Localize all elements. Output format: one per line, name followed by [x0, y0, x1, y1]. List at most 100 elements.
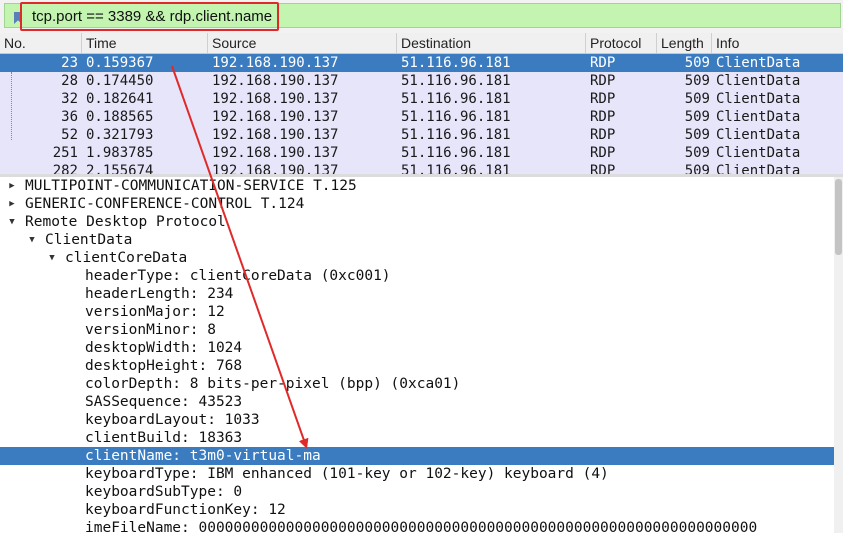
- detail-field[interactable]: versionMinor: 8: [0, 321, 834, 339]
- column-header-time[interactable]: Time: [82, 33, 208, 53]
- detail-field[interactable]: desktopHeight: 768: [0, 357, 834, 375]
- packet-length: 509: [684, 91, 710, 107]
- detail-label: clientName: t3m0-virtual-ma: [85, 448, 321, 464]
- detail-label: keyboardSubType: 0: [85, 484, 243, 500]
- detail-field[interactable]: colorDepth: 8 bits-per-pixel (bpp) (0xca…: [0, 375, 834, 393]
- detail-field[interactable]: imeFileName: 000000000000000000000000000…: [0, 519, 834, 533]
- detail-label: imeFileName: 000000000000000000000000000…: [85, 520, 758, 533]
- packet-time: 0.188565: [86, 109, 154, 125]
- detail-label: versionMajor: 12: [85, 304, 225, 320]
- packet-no: 251: [52, 145, 78, 161]
- detail-label: colorDepth: 8 bits-per-pixel (bpp) (0xca…: [85, 376, 461, 392]
- packet-source: 192.168.190.137: [212, 55, 339, 71]
- packet-source: 192.168.190.137: [212, 91, 339, 107]
- packet-row[interactable]: 251 1.983785 192.168.190.137 51.116.96.181 R…: [0, 144, 843, 162]
- column-header-protocol[interactable]: Protocol: [586, 33, 657, 53]
- packet-source: 192.168.190.137: [212, 127, 339, 143]
- expand-arrow-icon[interactable]: ▼: [6, 213, 18, 231]
- detail-tree-node[interactable]: ▼ clientCoreData: [0, 249, 834, 267]
- packet-details: ▶ MULTIPOINT-COMMUNICATION-SERVICE T.125 ▶…: [0, 177, 843, 533]
- packet-no: 23: [61, 55, 78, 71]
- details-scrollbar[interactable]: [834, 177, 843, 533]
- column-header-no[interactable]: No.: [0, 33, 82, 53]
- detail-label: headerType: clientCoreData (0xc001): [85, 268, 391, 284]
- packet-source: 192.168.190.137: [212, 73, 339, 89]
- column-header-info[interactable]: Info: [712, 33, 843, 53]
- packet-destination: 51.116.96.181: [401, 127, 511, 143]
- expand-arrow-icon[interactable]: ▼: [26, 231, 38, 249]
- packet-time: 0.159367: [86, 55, 154, 71]
- detail-label: ClientData: [45, 232, 133, 248]
- detail-label: keyboardType: IBM enhanced (101-key or 1…: [85, 466, 609, 482]
- packet-info: ClientData: [716, 91, 801, 107]
- column-header-destination[interactable]: Destination: [397, 33, 586, 53]
- detail-row-selected[interactable]: clientName: t3m0-virtual-ma: [0, 447, 834, 465]
- detail-field[interactable]: SASSequence: 43523: [0, 393, 834, 411]
- packet-row[interactable]: 52 0.321793 192.168.190.137 51.116.96.181 RD…: [0, 126, 843, 144]
- detail-label: versionMinor: 8: [85, 322, 216, 338]
- detail-field[interactable]: keyboardFunctionKey: 12: [0, 501, 834, 519]
- packet-protocol: RDP: [590, 55, 616, 71]
- details-scroll-thumb[interactable]: [835, 179, 842, 255]
- detail-label: MULTIPOINT-COMMUNICATION-SERVICE T.125: [25, 178, 357, 194]
- packet-row[interactable]: 28 0.174450 192.168.190.137 51.116.96.181 RD…: [0, 72, 843, 90]
- annotation-highlight-box: [20, 2, 279, 31]
- detail-tree-node[interactable]: ▶ MULTIPOINT-COMMUNICATION-SERVICE T.125: [0, 177, 834, 195]
- detail-label: GENERIC-CONFERENCE-CONTROL T.124: [25, 196, 305, 212]
- detail-tree-node[interactable]: ▼ ClientData: [0, 231, 834, 249]
- packet-list-header: No. Time Source Destination Protocol Len…: [0, 33, 843, 54]
- column-header-length[interactable]: Length: [657, 33, 712, 53]
- packet-protocol: RDP: [590, 127, 616, 143]
- conversation-bracket: [11, 72, 12, 140]
- detail-label: keyboardLayout: 1033: [85, 412, 260, 428]
- detail-field[interactable]: headerLength: 234: [0, 285, 834, 303]
- detail-tree-node[interactable]: ▶ GENERIC-CONFERENCE-CONTROL T.124: [0, 195, 834, 213]
- expand-arrow-icon[interactable]: ▼: [46, 249, 58, 267]
- packet-time: 1.983785: [86, 145, 154, 161]
- detail-label: desktopWidth: 1024: [85, 340, 243, 356]
- packet-info: ClientData: [716, 127, 801, 143]
- detail-label: Remote Desktop Protocol: [25, 214, 226, 230]
- packet-length: 509: [684, 145, 710, 161]
- packet-destination: 51.116.96.181: [401, 55, 511, 71]
- packet-source: 192.168.190.137: [212, 145, 339, 161]
- packet-list: No. Time Source Destination Protocol Len…: [0, 33, 843, 175]
- packet-protocol: RDP: [590, 145, 616, 161]
- packet-destination: 51.116.96.181: [401, 145, 511, 161]
- packet-no: 28: [61, 73, 78, 89]
- detail-field[interactable]: keyboardSubType: 0: [0, 483, 834, 501]
- packet-row[interactable]: 36 0.188565 192.168.190.137 51.116.96.181 RD…: [0, 108, 843, 126]
- packet-source: 192.168.190.137: [212, 109, 339, 125]
- packet-length: 509: [684, 55, 710, 71]
- packet-info: ClientData: [716, 73, 801, 89]
- detail-tree-node[interactable]: ▼ Remote Desktop Protocol: [0, 213, 834, 231]
- collapse-arrow-icon[interactable]: ▶: [6, 195, 18, 213]
- packet-destination: 51.116.96.181: [401, 73, 511, 89]
- detail-field[interactable]: versionMajor: 12: [0, 303, 834, 321]
- detail-field[interactable]: keyboardLayout: 1033: [0, 411, 834, 429]
- detail-label: SASSequence: 43523: [85, 394, 243, 410]
- packet-destination: 51.116.96.181: [401, 91, 511, 107]
- detail-label: keyboardFunctionKey: 12: [85, 502, 286, 518]
- packet-info: ClientData: [716, 145, 801, 161]
- packet-no: 52: [61, 127, 78, 143]
- detail-label: clientCoreData: [65, 250, 188, 266]
- packet-no: 36: [61, 109, 78, 125]
- packet-length: 509: [684, 127, 710, 143]
- packet-time: 0.321793: [86, 127, 154, 143]
- detail-label: clientBuild: 18363: [85, 430, 243, 446]
- packet-protocol: RDP: [590, 109, 616, 125]
- detail-field[interactable]: headerType: clientCoreData (0xc001): [0, 267, 834, 285]
- packet-row[interactable]: 32 0.182641 192.168.190.137 51.116.96.181 RD…: [0, 90, 843, 108]
- collapse-arrow-icon[interactable]: ▶: [6, 177, 18, 195]
- detail-label: desktopHeight: 768: [85, 358, 243, 374]
- packet-info: ClientData: [716, 55, 801, 71]
- packet-length: 509: [684, 73, 710, 89]
- detail-field[interactable]: clientBuild: 18363: [0, 429, 834, 447]
- detail-field[interactable]: keyboardType: IBM enhanced (101-key or 1…: [0, 465, 834, 483]
- column-header-source[interactable]: Source: [208, 33, 397, 53]
- display-filter-toolbar: tcp.port == 3389 && rdp.client.name: [0, 0, 843, 33]
- packet-row-selected[interactable]: 23 0.159367 192.168.190.137 51.116.96.181 RD…: [0, 54, 843, 72]
- packet-no: 32: [61, 91, 78, 107]
- detail-field[interactable]: desktopWidth: 1024: [0, 339, 834, 357]
